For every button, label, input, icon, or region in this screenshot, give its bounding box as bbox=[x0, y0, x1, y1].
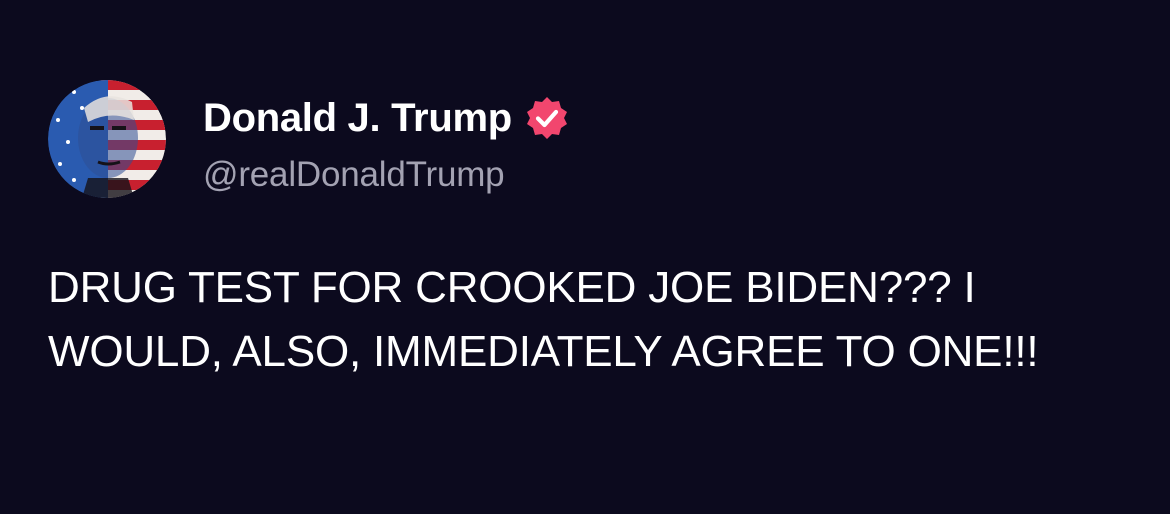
post-text: DRUG TEST FOR CROOKED JOE BIDEN??? I WOU… bbox=[48, 263, 1039, 376]
flag-portrait-avatar-icon bbox=[48, 80, 166, 198]
post-card: Donald J. Trump @realDonaldTrump DRUG TE… bbox=[0, 0, 1170, 514]
author-display-name[interactable]: Donald J. Trump bbox=[203, 92, 512, 144]
author-name-row: Donald J. Trump bbox=[203, 92, 570, 144]
author-handle[interactable]: @realDonaldTrump bbox=[203, 152, 505, 198]
verified-badge-icon bbox=[526, 97, 567, 139]
avatar[interactable] bbox=[48, 80, 166, 198]
